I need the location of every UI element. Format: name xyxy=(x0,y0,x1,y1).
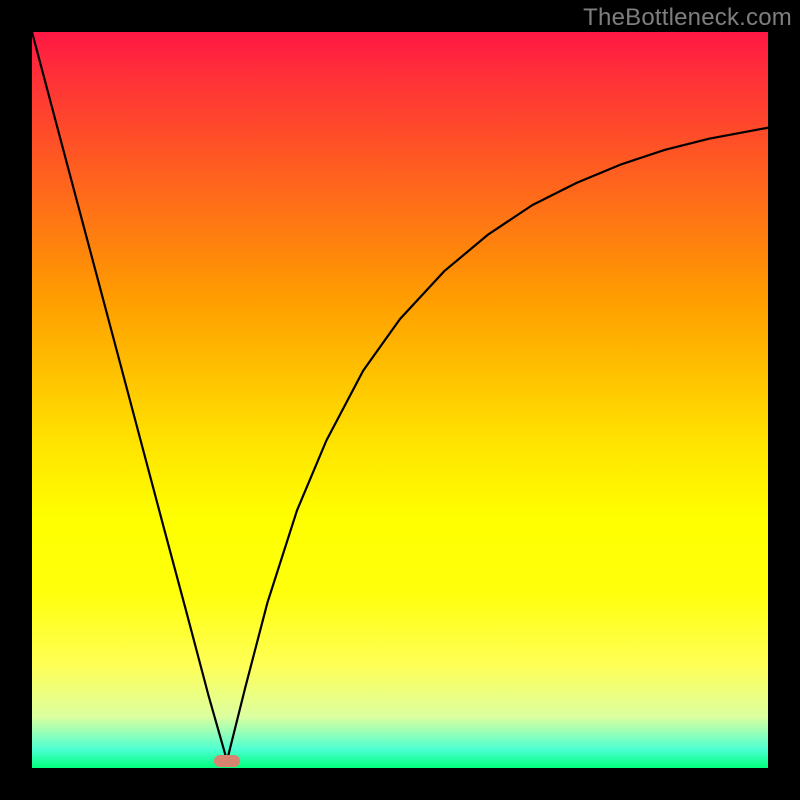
chart-frame: TheBottleneck.com xyxy=(0,0,800,800)
watermark-text: TheBottleneck.com xyxy=(583,4,792,32)
curve-path xyxy=(32,32,768,761)
bottleneck-curve xyxy=(32,32,768,768)
cusp-marker xyxy=(214,755,240,767)
plot-area xyxy=(32,32,768,768)
